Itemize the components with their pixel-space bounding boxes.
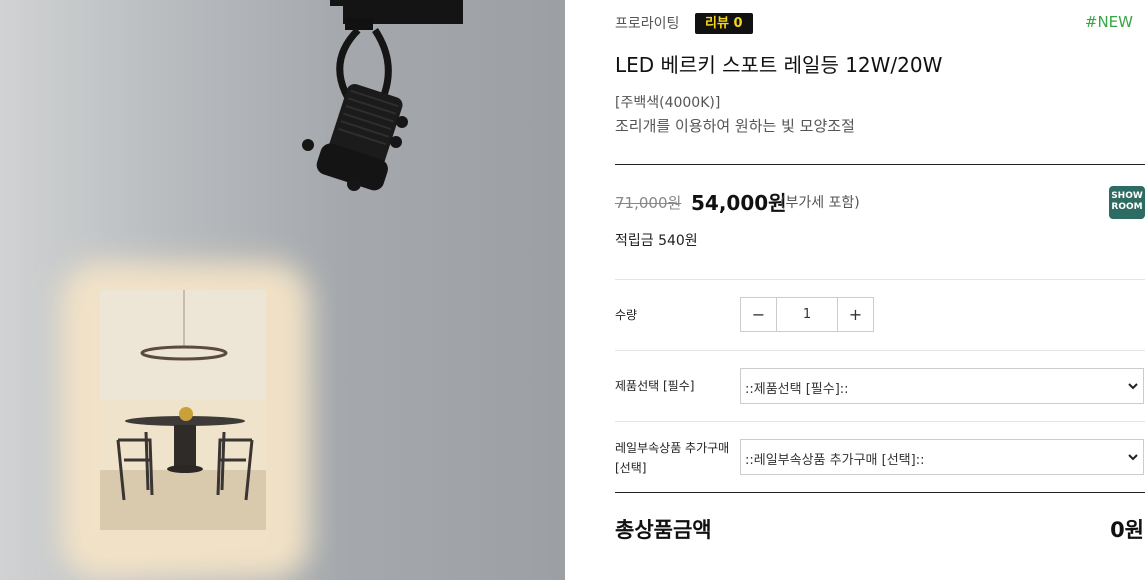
product-title: LED 베르키 스포트 레일등 12W/20W <box>615 53 943 77</box>
product-select-value: ::제품선택 [필수]:: <box>745 382 849 397</box>
rail-accessory-select-dropdown[interactable]: ::레일부속상품 추가구매 [선택]:: <box>740 439 1144 475</box>
quantity-label: 수량 <box>615 308 638 322</box>
new-tag: #NEW <box>1084 13 1133 31</box>
review-count-badge[interactable]: 리뷰 0 <box>695 13 753 34</box>
quantity-stepper: − + <box>740 297 874 332</box>
quantity-decrease-button[interactable]: − <box>741 298 777 331</box>
showroom-button[interactable]: SHOW ROOM <box>1109 186 1145 219</box>
rail-accessory-label-line1: 레일부속상품 추가구매 <box>615 441 730 455</box>
price-row: 71,000원 54,000원 (부가세 포함) SHOW ROOM <box>615 186 1145 219</box>
brand-row: 프로라이팅 리뷰 0 #NEW <box>615 12 1145 36</box>
brand-name[interactable]: 프로라이팅 <box>615 13 679 33</box>
product-select-dropdown[interactable]: ::제품선택 [필수]:: <box>740 368 1144 404</box>
reward-points: 적립금 540원 <box>615 233 698 249</box>
showroom-label-line1: SHOW <box>1111 191 1143 201</box>
total-price-label: 총상품금액 <box>615 518 712 542</box>
chevron-down-icon <box>1128 454 1138 461</box>
quantity-input[interactable] <box>778 298 836 331</box>
rail-accessory-label: 레일부속상품 추가구매 [선택] <box>615 438 729 478</box>
divider <box>615 492 1145 493</box>
divider <box>615 164 1145 165</box>
divider <box>615 421 1145 422</box>
divider <box>615 350 1145 351</box>
product-color-temp: [주백색(4000K)] <box>615 95 721 111</box>
chevron-down-icon <box>1128 383 1138 390</box>
product-image <box>0 0 565 580</box>
quantity-increase-button[interactable]: + <box>837 298 873 331</box>
vat-note: (부가세 포함) <box>780 195 860 211</box>
product-select-label: 제품선택 [필수] <box>615 379 695 393</box>
divider <box>615 279 1145 280</box>
rail-accessory-label-line2: [선택] <box>615 461 647 475</box>
showroom-label-line2: ROOM <box>1111 202 1143 212</box>
product-photo <box>60 0 463 580</box>
total-price-value: 0원 <box>1110 518 1144 542</box>
product-description: 조리개를 이용하여 원하는 빛 모양조절 <box>615 117 855 135</box>
original-price: 71,000원 <box>615 194 682 212</box>
sale-price: 54,000원 <box>691 191 787 215</box>
rail-accessory-select-value: ::레일부속상품 추가구매 [선택]:: <box>745 453 925 468</box>
product-info-panel: 프로라이팅 리뷰 0 #NEW LED 베르키 스포트 레일등 12W/20W … <box>615 0 1145 580</box>
